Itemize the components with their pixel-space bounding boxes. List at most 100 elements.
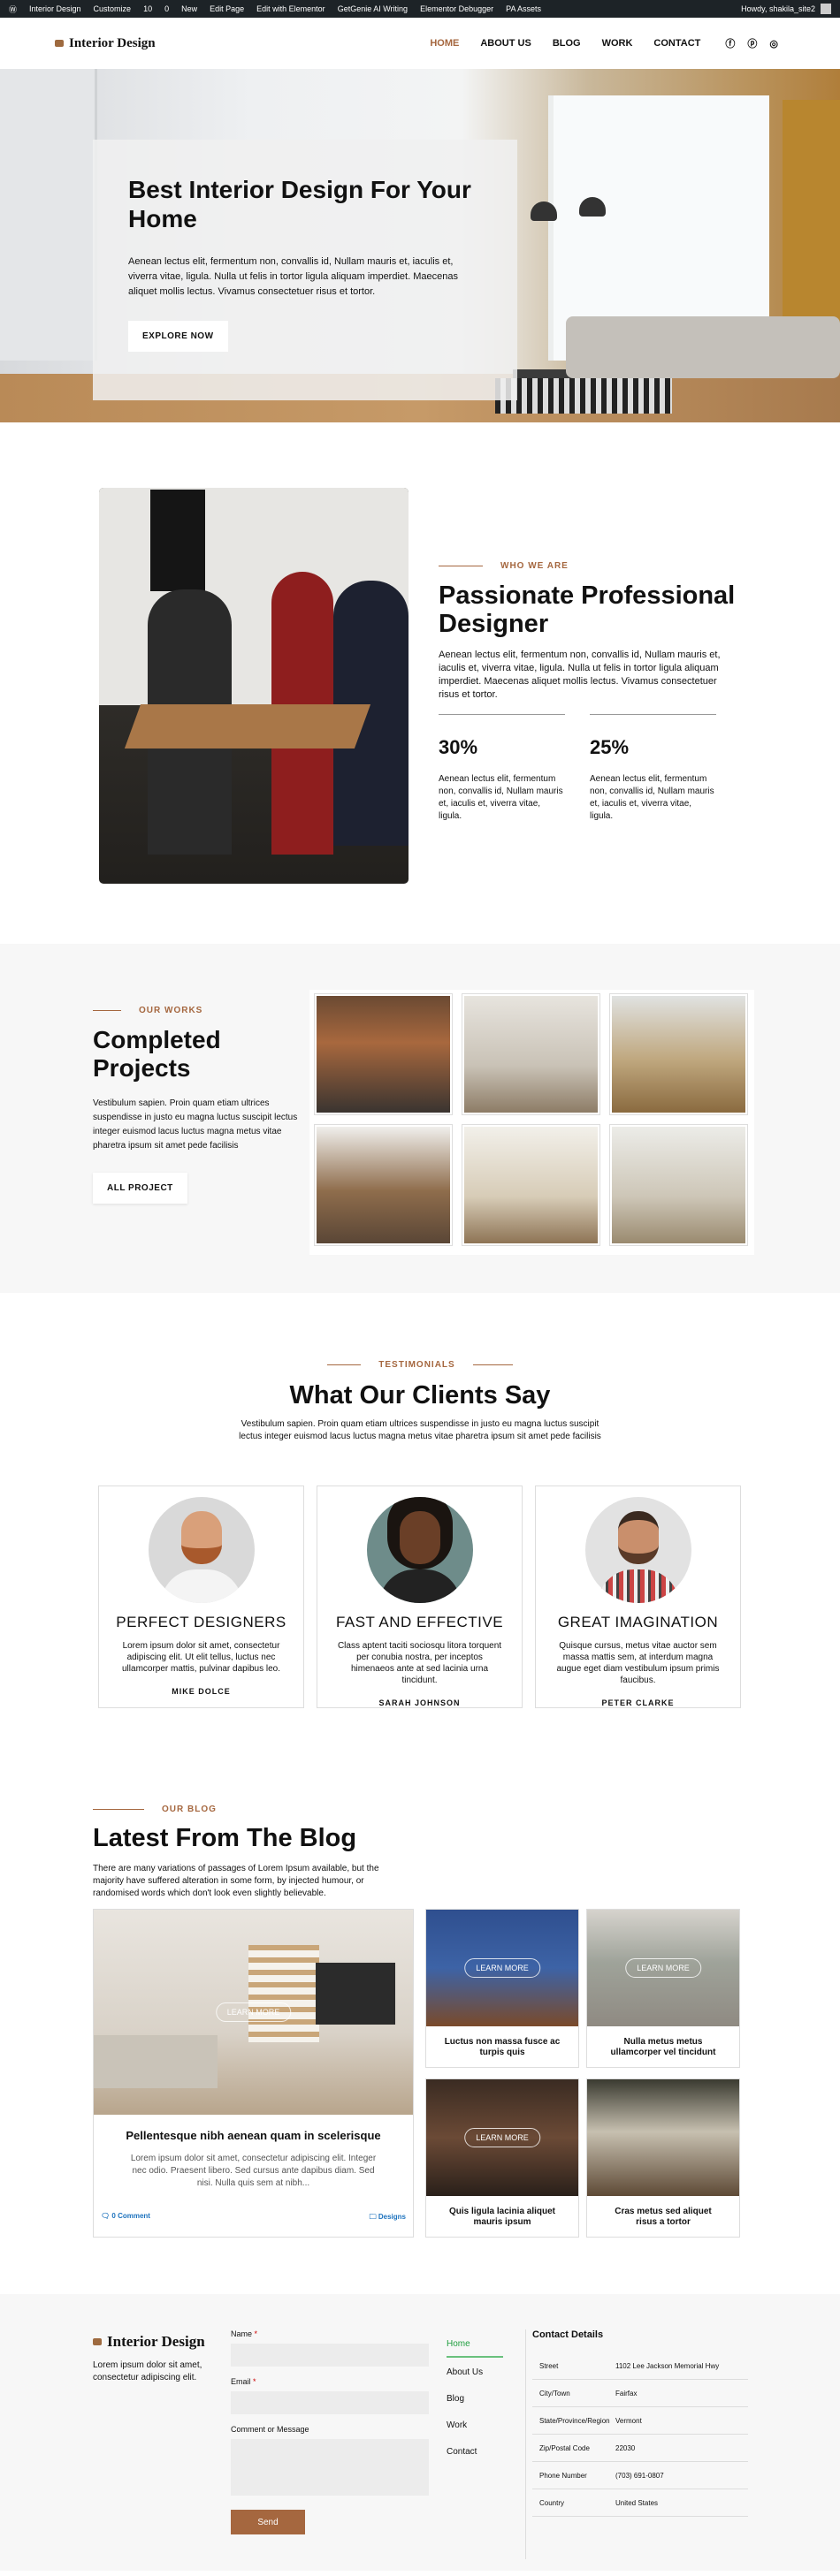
post-title[interactable]: Luctus non massa fusce ac turpis quis [426, 2037, 578, 2058]
explore-now-button[interactable]: EXPLORE NOW [128, 321, 228, 352]
testimonials-eyebrow-text: TESTIMONIALS [378, 1360, 455, 1370]
featured-post-excerpt: Lorem ipsum dolor sit amet, consectetur … [130, 2154, 377, 2188]
footer-link-work[interactable]: Work [447, 2411, 503, 2437]
footer-logo[interactable]: Interior Design [93, 2333, 205, 2351]
projects-grid [309, 990, 754, 1255]
project-image[interactable] [462, 994, 599, 1114]
blog-post-card[interactable]: Cras metus sed aliquet risus a tortor [586, 2078, 740, 2238]
contact-value: (703) 691-0807 [615, 2471, 664, 2480]
nav-home[interactable]: HOME [430, 38, 459, 49]
image-staircase [248, 1945, 319, 2042]
post-title[interactable]: Quis ligula lacinia aliquet mauris ipsum [426, 2207, 578, 2228]
works-eyebrow-text: OUR WORKS [139, 1006, 203, 1015]
learn-more-button[interactable]: LEARN MORE [464, 1958, 540, 1978]
admin-customize[interactable]: Customize [94, 4, 132, 13]
testimonials-title: What Our Clients Say [289, 1381, 551, 1410]
footer-link-home[interactable]: Home [447, 2329, 503, 2358]
comments-link[interactable]: 🗨 0 Comment [101, 2212, 150, 2224]
name-field[interactable] [231, 2344, 429, 2367]
avatar-head [180, 1511, 222, 1564]
admin-new[interactable]: New [181, 4, 197, 13]
category-link[interactable]: 🗀 Designs [370, 2212, 406, 2224]
post-title[interactable]: Cras metus sed aliquet risus a tortor [587, 2207, 739, 2228]
label-text: Name [231, 2329, 253, 2338]
featured-post[interactable]: LEARN MORE Pellentesque nibh aenean quam… [93, 1909, 414, 2238]
testimonials-section: TESTIMONIALS What Our Clients Say Vestib… [0, 1293, 840, 1801]
footer-logo-text: Interior Design [107, 2333, 205, 2350]
testimonials-eyebrow: TESTIMONIALS [0, 1360, 840, 1370]
all-project-button[interactable]: ALL PROJECT [93, 1173, 187, 1204]
comments-count: 0 Comment [111, 2212, 150, 2220]
admin-edit-elementor[interactable]: Edit with Elementor [256, 4, 325, 13]
contact-value: 1102 Lee Jackson Memorial Hwy [615, 2361, 720, 2370]
post-title[interactable]: Nulla metus metus ullamcorper vel tincid… [587, 2037, 739, 2058]
team-photo [99, 488, 409, 884]
comment-label: Comment or Message [231, 2425, 309, 2434]
nav-contact[interactable]: CONTACT [653, 38, 700, 49]
works-body: Vestibulum sapien. Proin quam etiam ultr… [93, 1098, 298, 1151]
pinterest-icon[interactable]: ⓟ [747, 36, 757, 50]
blog-post-card[interactable]: LEARN MORE Nulla metus metus ullamcorper… [586, 1909, 740, 2068]
admin-account[interactable]: Howdy, shakila_site2 [741, 0, 831, 18]
post-image[interactable] [587, 2079, 739, 2196]
facebook-icon[interactable]: ⓕ [725, 36, 735, 50]
admin-updates[interactable]: 10 [143, 4, 152, 13]
main-menu: HOME ABOUT US BLOG WORK CONTACT ⓕ ⓟ ◎ [409, 36, 778, 50]
post-image[interactable]: LEARN MORE [426, 2079, 578, 2196]
project-image[interactable] [610, 994, 747, 1114]
stats: 30% Aenean lectus elit, fermentum non, c… [439, 714, 739, 823]
admin-getgenie[interactable]: GetGenie AI Writing [338, 4, 408, 13]
admin-elementor-debugger[interactable]: Elementor Debugger [420, 4, 493, 13]
footer-link-blog[interactable]: Blog [447, 2384, 503, 2411]
testimonial-card: GREAT IMAGINATION Quisque cursus, metus … [535, 1486, 741, 1708]
client-avatar [366, 1497, 473, 1603]
send-button[interactable]: Send [231, 2510, 305, 2534]
site-logo[interactable]: Interior Design [55, 36, 156, 51]
footer-tagline: Lorem ipsum dolor sit amet, consectetur … [93, 2360, 202, 2382]
about-text: WHO WE ARE Passionate Professional Desig… [439, 561, 739, 823]
hero-kitchen-cabinets [0, 69, 97, 361]
nav-blog[interactable]: BLOG [553, 38, 581, 49]
blog-post-card[interactable]: LEARN MORE Luctus non massa fusce ac tur… [425, 1909, 579, 2068]
learn-more-button[interactable]: LEARN MORE [464, 2128, 540, 2147]
testimonial-title: GREAT IMAGINATION [557, 1614, 719, 1630]
testimonial-card: PERFECT DESIGNERS Lorem ipsum dolor sit … [98, 1486, 304, 1708]
project-image[interactable] [315, 1125, 452, 1245]
featured-post-image[interactable]: LEARN MORE [94, 1910, 413, 2115]
required-mark: * [253, 2377, 256, 2386]
contact-value: United States [615, 2498, 659, 2507]
instagram-icon[interactable]: ◎ [769, 38, 778, 49]
site-footer: Interior Design Lorem ipsum dolor sit am… [0, 2294, 840, 2571]
post-meta: 🗨 0 Comment 🗀 Designs [101, 2212, 406, 2224]
footer-link-about[interactable]: About Us [447, 2358, 503, 2384]
post-image[interactable]: LEARN MORE [587, 1910, 739, 2026]
nav-about[interactable]: ABOUT US [480, 38, 531, 49]
label-text: Email [231, 2377, 251, 2386]
footer-link-contact[interactable]: Contact [447, 2437, 503, 2464]
admin-edit-page[interactable]: Edit Page [210, 4, 244, 13]
testimonial-title: PERFECT DESIGNERS [116, 1614, 286, 1630]
learn-more-button[interactable]: LEARN MORE [215, 2002, 292, 2022]
email-field[interactable] [231, 2391, 429, 2414]
project-image[interactable] [610, 1125, 747, 1245]
project-image[interactable] [315, 994, 452, 1114]
message-textarea[interactable] [231, 2439, 429, 2496]
post-image[interactable]: LEARN MORE [426, 1910, 578, 2026]
photo-desk [124, 704, 371, 748]
project-image[interactable] [462, 1125, 599, 1245]
blog-post-card[interactable]: LEARN MORE Quis ligula lacinia aliquet m… [425, 2078, 579, 2238]
admin-pa-assets[interactable]: PA Assets [506, 4, 541, 13]
featured-post-title[interactable]: Pellentesque nibh aenean quam in sceleri… [94, 2129, 413, 2142]
client-avatar [584, 1497, 691, 1603]
learn-more-button[interactable]: LEARN MORE [625, 1958, 701, 1978]
nav-work[interactable]: WORK [602, 38, 633, 49]
stat-item: 30% Aenean lectus elit, fermentum non, c… [439, 714, 565, 823]
contact-row: State/Province/Region Vermont [532, 2407, 748, 2435]
client-name: MIKE DOLCE [172, 1687, 231, 1696]
admin-comments[interactable]: 0 [164, 4, 169, 13]
avatar-shirt [597, 1569, 679, 1603]
divider [525, 2329, 526, 2559]
hero-sofa [566, 316, 840, 378]
admin-site-name[interactable]: Interior Design [29, 4, 81, 13]
wordpress-icon[interactable]: Ⓦ [9, 4, 17, 15]
